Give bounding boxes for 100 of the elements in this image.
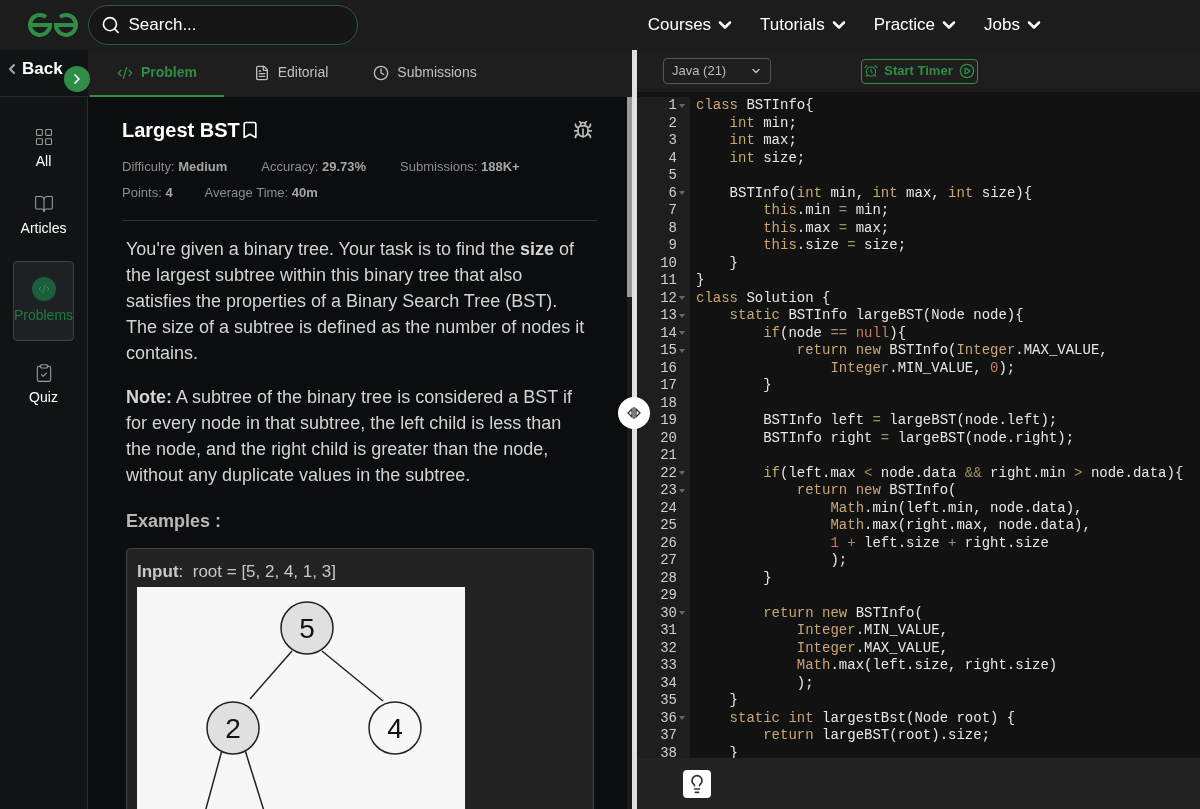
code-line: 1 + left.size + right.size — [829, 534, 1049, 552]
split-arrows-icon — [626, 407, 642, 419]
meta-text: Accuracy: 29.73% — [261, 158, 367, 176]
sidebar-item[interactable]: All — [13, 127, 74, 172]
line-number: 33 — [660, 657, 677, 675]
line-number: 23 — [660, 482, 677, 500]
logo-icon[interactable] — [26, 11, 80, 39]
description-paragraph: Note: A subtree of the binary tree is considered a BST if for every node in that subtree, the left child is less than the node, and the right child is greater than the node, without any duplicate values in the subtree. — [126, 386, 573, 487]
code-line: Integer.MIN_VALUE, — [795, 622, 949, 640]
line-number: 25 — [660, 517, 677, 535]
line-number: 8 — [668, 219, 677, 237]
line-number: 9 — [668, 237, 677, 255]
line-number: 32 — [660, 639, 677, 657]
code-line: ); — [795, 674, 814, 692]
line-number: 27 — [660, 552, 677, 570]
book-icon — [33, 194, 54, 214]
hint-button[interactable] — [683, 769, 711, 798]
line-number: 24 — [660, 499, 677, 517]
line-number: 1 — [668, 97, 677, 115]
line-number: 16 — [660, 359, 677, 377]
fold-caret-icon[interactable] — [678, 611, 685, 616]
line-number: 4 — [668, 149, 677, 167]
code-line: ); — [829, 552, 848, 570]
language-select[interactable]: Java (21) — [663, 58, 771, 84]
fold-caret-icon[interactable] — [678, 191, 685, 196]
line-number: 29 — [660, 587, 677, 605]
code-line: int min; — [728, 114, 797, 132]
code-editor[interactable] — [637, 92, 1200, 758]
problem-title: Largest BST — [122, 118, 240, 143]
play-icon — [958, 63, 975, 79]
fold-caret-icon[interactable] — [678, 348, 685, 353]
scrollbar-thumb[interactable] — [627, 97, 632, 297]
code-line: return new BSTInfo( — [762, 604, 923, 622]
code-line: return new BSTInfo( — [795, 482, 957, 500]
tab[interactable]: Submissions — [358, 50, 492, 97]
nav-menu[interactable]: Jobs — [984, 12, 1044, 38]
code-line: } — [695, 272, 705, 290]
search-input[interactable]: Search... — [128, 12, 345, 38]
code-line: } — [762, 377, 772, 395]
code-line: Math.max(right.max, node.data), — [829, 517, 1091, 535]
code-line: Math.min(left.min, node.data), — [829, 499, 1083, 517]
tab[interactable]: Problem — [90, 50, 224, 97]
code-line: if(node == null){ — [762, 324, 907, 342]
search-field[interactable]: Search... — [88, 5, 358, 45]
code-line: this.min = min; — [762, 202, 890, 220]
code-line: BSTInfo right = largeBST(node.right); — [762, 429, 1075, 447]
line-number: 13 — [660, 307, 677, 325]
code-line: BSTInfo(int min, int max, int size){ — [728, 184, 1033, 202]
code-line: Integer.MAX_VALUE, — [795, 639, 949, 657]
line-number: 26 — [660, 534, 677, 552]
start-timer-button[interactable]: Start Timer — [861, 58, 978, 84]
line-number: 28 — [660, 569, 677, 587]
line-number: 31 — [660, 622, 677, 640]
fold-caret-icon[interactable] — [678, 716, 685, 721]
line-number: 21 — [660, 447, 677, 465]
fold-caret-icon[interactable] — [678, 488, 685, 493]
line-number: 10 — [660, 254, 677, 272]
alarm-clock-icon — [864, 64, 879, 78]
sidebar-item[interactable]: Articles — [13, 194, 74, 239]
sidebar-item[interactable]: Quiz — [13, 363, 74, 408]
search-icon — [101, 14, 121, 36]
fold-caret-icon[interactable] — [678, 296, 685, 301]
code-line: } — [728, 254, 738, 272]
resize-handle[interactable] — [618, 397, 650, 429]
code-line: if(left.max < node.data && right.min > node.data){ — [762, 464, 1184, 482]
line-number: 7 — [668, 202, 677, 220]
fold-caret-icon[interactable] — [678, 331, 685, 336]
line-number: 36 — [660, 709, 677, 727]
fold-caret-icon[interactable] — [678, 103, 685, 108]
code-line: class Solution { — [695, 289, 831, 307]
bug-icon[interactable] — [573, 120, 593, 140]
line-number: 30 — [660, 604, 677, 622]
nav-menu[interactable]: Practice — [873, 12, 960, 38]
fold-caret-icon[interactable] — [678, 471, 685, 476]
grid-icon — [33, 127, 54, 147]
nav-menu[interactable]: Tutorials — [760, 12, 849, 38]
meta-text: Points: 4 — [122, 183, 173, 202]
line-number: 5 — [668, 167, 677, 185]
nav-menu[interactable]: Courses — [647, 12, 736, 38]
code-icon — [31, 276, 56, 301]
description-paragraph: You're given a binary tree. Your task is to find the size of the largest subtree within this binary tree that also satisfies the properties of a Binary Search Tree (BST). The size of a subtree is defined as the number of nodes it contains. — [126, 238, 586, 365]
line-number: 18 — [660, 394, 677, 412]
line-number: 17 — [660, 377, 677, 395]
fold-caret-icon[interactable] — [678, 313, 685, 318]
code-line: class BSTInfo{ — [695, 97, 814, 115]
line-number: 2 — [668, 114, 677, 132]
line-number: 19 — [660, 412, 677, 430]
line-number: 6 — [668, 184, 677, 202]
code-line: static BSTInfo largeBST(Node node){ — [728, 307, 1024, 325]
line-number: 3 — [668, 132, 677, 150]
tab[interactable]: Editorial — [224, 50, 358, 97]
code-line: return largeBST(root).size; — [762, 727, 991, 745]
code-line: Math.max(left.size, right.size) — [795, 657, 1058, 675]
document-icon — [253, 64, 270, 81]
meta-text: Difficulty: Medium — [122, 158, 228, 176]
clock-icon — [373, 64, 390, 81]
code-icon — [117, 64, 133, 81]
line-number: 22 — [660, 464, 677, 482]
code-line: } — [762, 569, 772, 587]
line-number: 38 — [660, 744, 677, 758]
